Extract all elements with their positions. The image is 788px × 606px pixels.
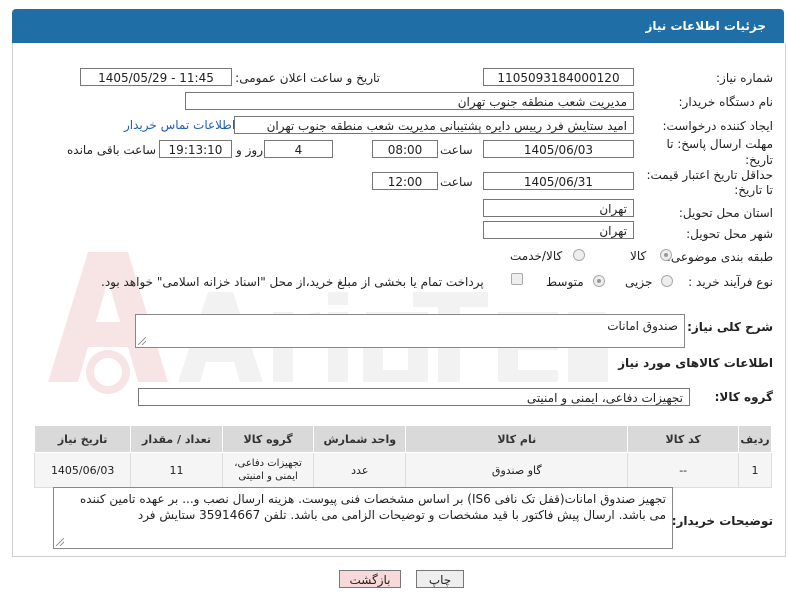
days-label: روز و — [236, 143, 263, 157]
need-number-label: شماره نیاز: — [716, 71, 773, 85]
category-goods-label: کالا — [630, 249, 647, 263]
buyer-org-field[interactable]: مدیریت شعب منطقه جنوب تهران — [185, 92, 634, 110]
process-label: نوع فرآیند خرید : — [688, 275, 773, 289]
min-price-date-field[interactable]: 1405/06/31 — [483, 172, 634, 190]
deadline-label-line2: تاریخ: — [745, 153, 773, 167]
goods-section-title: اطلاعات کالاهای مورد نیاز — [618, 356, 773, 370]
category-goods-radio[interactable] — [660, 249, 672, 261]
cell-code: -- — [627, 452, 740, 488]
announce-datetime-field[interactable]: 1405/05/29 - 11:45 — [80, 68, 232, 86]
buyer-notes-textarea[interactable]: تجهیز صندوق امانات(قفل تک نافی IS6) بر ا… — [53, 487, 673, 549]
province-label: استان محل تحویل: — [678, 206, 773, 220]
page-title: جزئیات اطلاعات نیاز — [645, 19, 766, 33]
min-price-time-label: ساعت — [440, 175, 473, 189]
resize-grip-icon[interactable] — [138, 337, 146, 345]
buyer-notes-label: توضیحات خریدار: — [671, 514, 773, 528]
creator-field[interactable]: امید ستایش فرد رییس دایره پشتیبانی مدیری… — [234, 116, 634, 134]
buyer-org-label: نام دستگاه خریدار: — [678, 95, 774, 109]
col-row: ردیف — [738, 425, 772, 453]
remaining-time-label: ساعت باقی مانده — [67, 143, 157, 157]
process-partial-radio[interactable] — [661, 275, 673, 287]
announce-datetime-label: تاریخ و ساعت اعلان عمومی: — [235, 71, 380, 85]
process-medium-radio[interactable] — [593, 275, 605, 287]
min-price-time-field[interactable]: 12:00 — [372, 172, 438, 190]
cell-date: 1405/06/03 — [33, 452, 132, 488]
cell-row: 1 — [738, 452, 772, 488]
category-goods-services-radio[interactable] — [573, 249, 585, 261]
col-unit: واحد شمارش — [313, 425, 407, 453]
need-number-field[interactable]: 1105093184000120 — [483, 68, 634, 86]
deadline-label-line1: مهلت ارسال پاسخ: تا — [666, 137, 773, 151]
resize-grip-icon[interactable] — [56, 538, 64, 546]
creator-label: ایجاد کننده درخواست: — [662, 119, 773, 133]
cell-qty: 11 — [130, 452, 223, 488]
table-row: 1 -- گاو صندوق عدد تجهیزات دفاعی، ایمنی … — [33, 452, 772, 488]
remaining-time-field[interactable]: 19:13:10 — [159, 140, 232, 158]
category-goods-services-label: کالا/خدمت — [510, 249, 563, 263]
general-desc-label: شرح کلی نیاز: — [687, 320, 773, 334]
col-code: کد کالا — [627, 425, 740, 453]
treasury-payment-note: پرداخت تمام یا بخشی از مبلغ خرید،از محل … — [101, 275, 484, 289]
cell-name: گاو صندوق — [405, 452, 629, 488]
deadline-date-field[interactable]: 1405/06/03 — [483, 140, 634, 158]
page-header: جزئیات اطلاعات نیاز — [12, 9, 784, 43]
cell-unit: عدد — [313, 452, 407, 488]
goods-table-header: ردیف کد کالا نام کالا واحد شمارش گروه کا… — [33, 425, 772, 453]
buyer-notes-text: تجهیز صندوق امانات(قفل تک نافی IS6) بر ا… — [79, 492, 666, 522]
general-desc-textarea[interactable]: صندوق امانات — [135, 314, 685, 348]
city-field[interactable]: تهران — [483, 221, 634, 239]
min-price-label-line1: حداقل تاریخ اعتبار قیمت: — [646, 168, 773, 182]
col-date: تاریخ نیاز — [33, 425, 132, 453]
goods-group-label: گروه کالا: — [714, 390, 773, 404]
deadline-time-field[interactable]: 08:00 — [372, 140, 438, 158]
general-desc-text: صندوق امانات — [607, 319, 678, 333]
cell-group: تجهیزات دفاعی، ایمنی و امنیتی — [221, 452, 315, 488]
back-button[interactable]: بازگشت — [339, 570, 401, 588]
process-partial-label: جزیی — [625, 275, 653, 289]
province-field[interactable]: تهران — [483, 199, 634, 217]
treasury-payment-checkbox[interactable] — [511, 273, 523, 285]
goods-table: ردیف کد کالا نام کالا واحد شمارش گروه کا… — [33, 425, 772, 488]
city-label: شهر محل تحویل: — [686, 227, 773, 241]
print-button[interactable]: چاپ — [416, 570, 464, 588]
category-label: طبقه بندی موضوعی: — [666, 250, 773, 264]
min-price-label-line2: تا تاریخ: — [734, 183, 773, 197]
deadline-time-label: ساعت — [440, 143, 473, 157]
col-name: نام کالا — [405, 425, 629, 453]
process-medium-label: متوسط — [546, 275, 584, 289]
days-remaining-field[interactable]: 4 — [264, 140, 333, 158]
col-group: گروه کالا — [221, 425, 315, 453]
buyer-contact-link[interactable]: اطلاعات تماس خریدار — [124, 118, 235, 132]
col-qty: تعداد / مقدار — [130, 425, 223, 453]
goods-group-field[interactable]: تجهیزات دفاعی، ایمنی و امنیتی — [138, 388, 690, 406]
